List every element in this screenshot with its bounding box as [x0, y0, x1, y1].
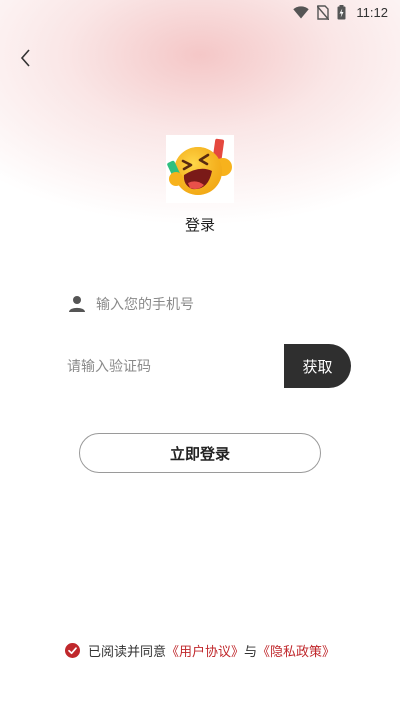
status-bar: 11:12	[0, 0, 400, 24]
checked-circle-icon[interactable]	[64, 642, 80, 658]
wifi-icon	[293, 5, 310, 19]
battery-charging-icon	[337, 4, 346, 20]
user-icon	[69, 296, 85, 312]
verification-code-input[interactable]	[67, 358, 290, 374]
agreement-and: 与	[244, 643, 258, 659]
phone-field[interactable]	[50, 283, 350, 325]
chevron-left-icon	[20, 49, 30, 67]
agreement-prefix: 已阅读并同意	[87, 643, 166, 659]
verification-code-row: 获取	[50, 344, 351, 388]
back-button[interactable]	[12, 44, 40, 72]
privacy-policy-link[interactable]: 《隐私政策》	[257, 641, 335, 660]
no-sim-icon	[317, 4, 330, 20]
page-title: 登录	[184, 217, 215, 234]
login-button[interactable]: 立即登录	[79, 433, 321, 473]
agreement-row: 已阅读并同意 《用户协议》 与 《隐私政策》	[0, 640, 400, 660]
status-time: 11:12	[356, 4, 388, 20]
laughing-emoji-logo	[166, 135, 234, 203]
user-agreement-link[interactable]: 《用户协议》	[166, 641, 244, 660]
verification-code-field[interactable]	[50, 344, 290, 388]
login-page: 11:12 登录 输入您的手机号 请输入验证码 获取 立即登录 已阅读并同意 《…	[0, 0, 400, 712]
phone-input[interactable]	[96, 296, 350, 312]
get-code-button[interactable]: 获取	[284, 344, 351, 388]
